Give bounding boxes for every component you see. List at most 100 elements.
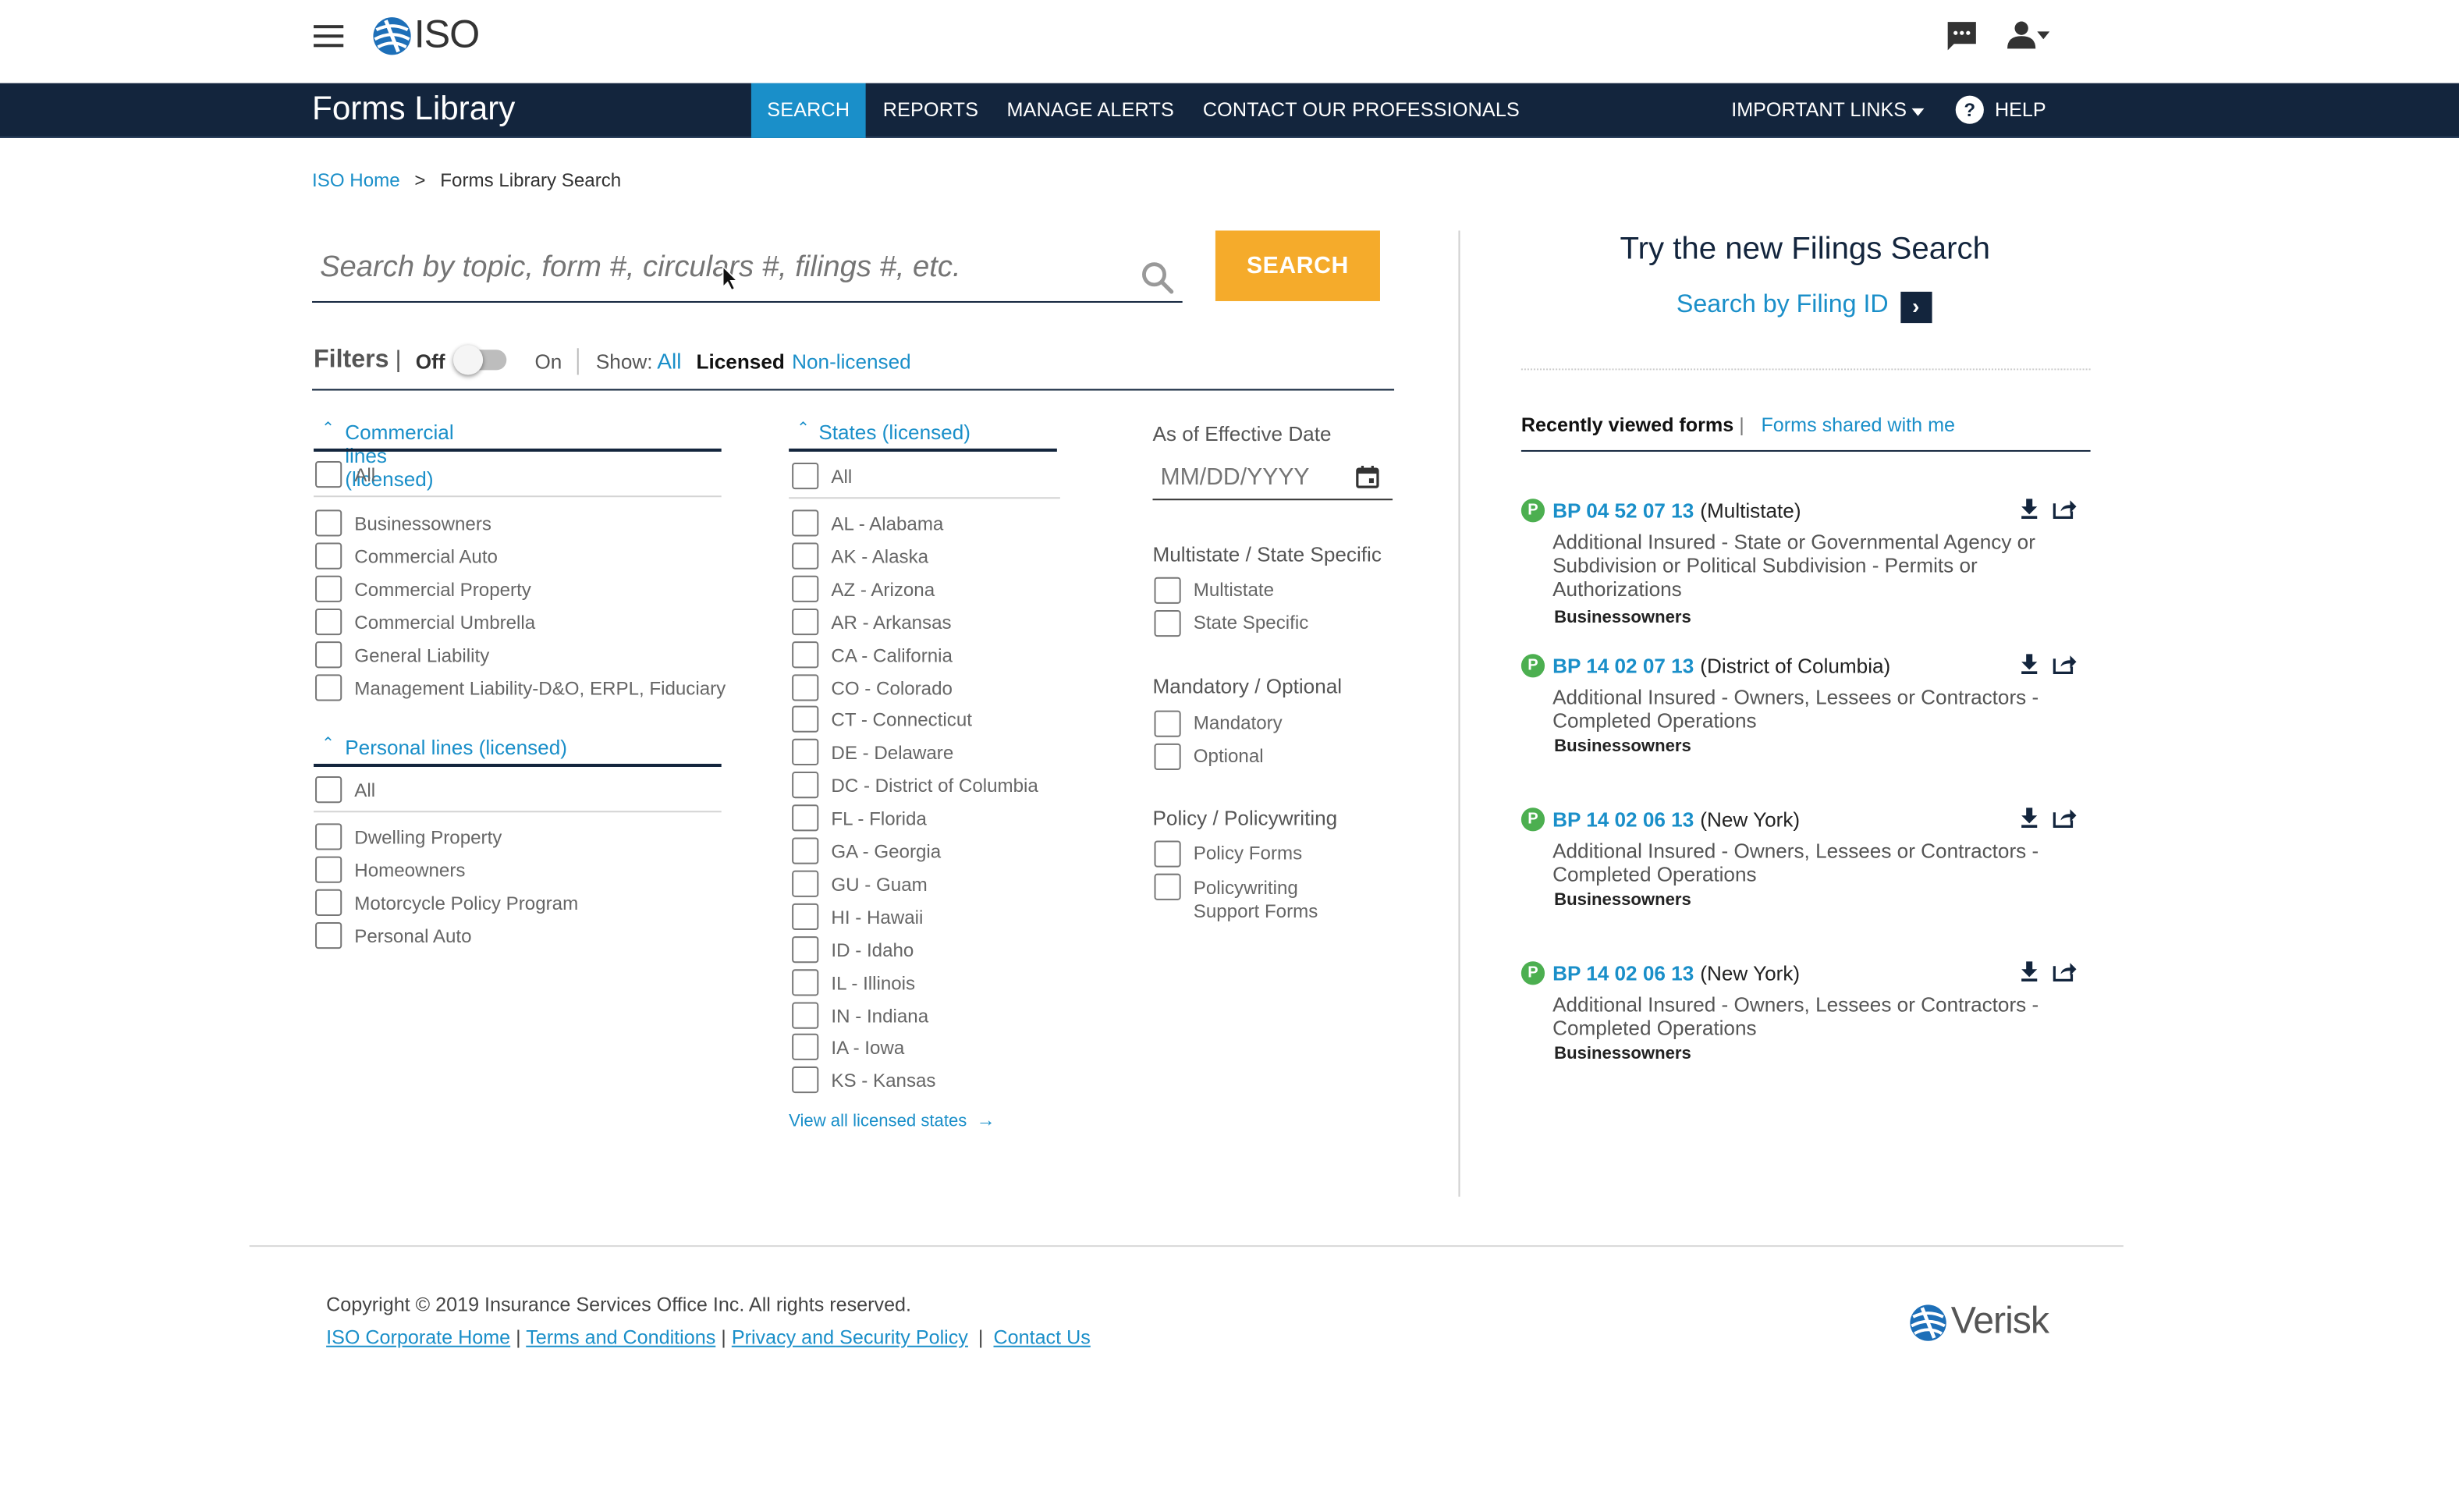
mandatory-checkbox[interactable]: [1154, 710, 1181, 737]
state-specific-checkbox[interactable]: [1154, 609, 1181, 637]
recent-form-code-link[interactable]: BP 04 52 07 13: [1552, 499, 1694, 522]
footer-link-corporate-home[interactable]: ISO Corporate Home: [326, 1327, 510, 1349]
show-label: Show:: [595, 350, 653, 374]
recent-form-code-link[interactable]: BP 14 02 07 13: [1552, 654, 1694, 677]
state-in-checkbox[interactable]: [792, 1001, 819, 1028]
hamburger-menu-icon[interactable]: [314, 23, 345, 48]
state-ar-checkbox[interactable]: [792, 608, 819, 635]
calendar-icon[interactable]: [1355, 464, 1380, 489]
recent-form-code-link[interactable]: BP 14 02 06 13: [1552, 807, 1694, 831]
footer-link-privacy[interactable]: Privacy and Security Policy: [732, 1327, 968, 1349]
multistate-checkbox[interactable]: [1154, 577, 1181, 604]
nav-reports-tab[interactable]: REPORTS: [883, 83, 978, 138]
toggle-knob: [452, 345, 484, 375]
important-links-dropdown[interactable]: IMPORTANT LINKS: [1731, 83, 1927, 138]
commercial-general-liability-label: General Liability: [354, 644, 490, 666]
download-icon[interactable]: [2020, 807, 2039, 828]
policywriting-support-checkbox[interactable]: [1154, 873, 1181, 900]
state-ct-checkbox[interactable]: [792, 706, 819, 733]
personal-homeowners-checkbox[interactable]: [315, 856, 342, 883]
nav-contact-professionals-tab[interactable]: CONTACT OUR PROFESSIONALS: [1203, 83, 1520, 138]
personal-dwelling-property-checkbox[interactable]: [315, 823, 342, 850]
policy-forms-checkbox[interactable]: [1154, 840, 1181, 868]
share-icon[interactable]: [2053, 961, 2077, 981]
state-ia-checkbox[interactable]: [792, 1034, 819, 1061]
nav-search-tab[interactable]: SEARCH: [750, 83, 866, 138]
nav-manage-alerts-tab[interactable]: MANAGE ALERTS: [1007, 83, 1174, 138]
recent-form-title: BP 04 52 07 13 (Multistate): [1552, 497, 1801, 525]
state-co-checkbox[interactable]: [792, 673, 819, 701]
personal-personal-auto-checkbox[interactable]: [315, 921, 342, 949]
filing-id-link[interactable]: Search by Filing ID ›: [1677, 291, 1932, 326]
chevron-up-icon[interactable]: ⌃: [321, 736, 335, 753]
recent-form-code-link[interactable]: BP 14 02 06 13: [1552, 961, 1694, 985]
breadcrumb-home-link[interactable]: ISO Home: [312, 169, 400, 191]
iso-logo[interactable]: ISO: [371, 12, 481, 58]
download-icon[interactable]: [2020, 499, 2039, 519]
chevron-up-icon[interactable]: ⌃: [797, 421, 810, 438]
iso-logo-text: ISO: [413, 12, 481, 57]
personal-lines-header[interactable]: Personal lines (licensed): [345, 736, 567, 759]
footer-link-terms[interactable]: Terms and Conditions: [526, 1327, 715, 1349]
divider: [314, 811, 722, 813]
tab-forms-shared[interactable]: Forms shared with me: [1761, 414, 1955, 436]
state-ga-checkbox[interactable]: [792, 837, 819, 864]
chevron-up-icon[interactable]: ⌃: [321, 421, 335, 438]
chat-icon[interactable]: [1945, 19, 1979, 53]
filters-title: Filters: [314, 346, 389, 374]
commercial-commercial-auto-checkbox[interactable]: [315, 542, 342, 570]
state-id-checkbox[interactable]: [792, 935, 819, 963]
recent-form-line-of-business: Businessowners: [1554, 1044, 1691, 1063]
help-link[interactable]: ? HELP: [1955, 83, 2050, 138]
policywriting-label-line1: Policywriting: [1193, 876, 1298, 899]
download-icon[interactable]: [2020, 654, 2039, 674]
policy-form-badge: P: [1520, 654, 1545, 678]
states-header[interactable]: States (licensed): [818, 421, 970, 444]
share-icon[interactable]: [2053, 807, 2077, 828]
commercial-all-checkbox[interactable]: [315, 460, 342, 488]
personal-motorcycle-policy-program-checkbox[interactable]: [315, 889, 342, 916]
state-ak-checkbox[interactable]: [792, 542, 819, 570]
state-az-checkbox[interactable]: [792, 575, 819, 602]
commercial-commercial-umbrella-checkbox[interactable]: [315, 608, 342, 635]
show-all-link[interactable]: All: [657, 348, 681, 373]
recent-form-description: Additional Insured - Owners, Lessees or …: [1552, 685, 2039, 733]
state-de-checkbox[interactable]: [792, 739, 819, 766]
commercial-management-liability-d-o-erpl-fiduciary-checkbox[interactable]: [315, 673, 342, 701]
view-all-states-label: View all licensed states: [789, 1112, 967, 1131]
search-icon[interactable]: [1140, 261, 1174, 295]
user-account-menu[interactable]: [2006, 19, 2050, 50]
personal-dwelling-property-label: Dwelling Property: [354, 826, 502, 849]
filters-toggle[interactable]: [452, 345, 522, 376]
search-input[interactable]: [312, 235, 1183, 303]
state-gu-checkbox[interactable]: [792, 870, 819, 897]
show-nonlicensed-link[interactable]: Non-licensed: [792, 350, 911, 373]
state-dc-checkbox[interactable]: [792, 772, 819, 799]
tab-recently-viewed[interactable]: Recently viewed forms: [1521, 414, 1733, 436]
optional-checkbox[interactable]: [1154, 743, 1181, 771]
state-al-checkbox[interactable]: [792, 509, 819, 537]
state-de-label: DE - Delaware: [831, 742, 954, 765]
state-fl-checkbox[interactable]: [792, 804, 819, 832]
state-ks-checkbox[interactable]: [792, 1067, 819, 1094]
view-all-states-link[interactable]: View all licensed states →: [789, 1109, 995, 1130]
commercial-commercial-property-checkbox[interactable]: [315, 575, 342, 602]
footer-links: ISO Corporate Home | Terms and Condition…: [326, 1327, 1091, 1349]
share-icon[interactable]: [2053, 654, 2077, 674]
share-icon[interactable]: [2053, 499, 2077, 519]
commercial-businessowners-checkbox[interactable]: [315, 509, 342, 537]
state-al-label: AL - Alabama: [831, 513, 944, 535]
states-all-checkbox[interactable]: [792, 463, 819, 490]
state-ca-checkbox[interactable]: [792, 641, 819, 668]
show-licensed-link[interactable]: Licensed: [697, 350, 785, 373]
footer-copyright: Copyright © 2019 Insurance Services Offi…: [326, 1294, 912, 1316]
search-button[interactable]: SEARCH: [1215, 230, 1380, 301]
personal-all-checkbox[interactable]: [315, 776, 342, 804]
state-il-checkbox[interactable]: [792, 968, 819, 996]
download-icon[interactable]: [2020, 961, 2039, 981]
state-hi-checkbox[interactable]: [792, 903, 819, 930]
state-in-label: IN - Indiana: [831, 1004, 929, 1027]
footer-link-contact[interactable]: Contact Us: [993, 1327, 1090, 1349]
commercial-general-liability-checkbox[interactable]: [315, 641, 342, 668]
state-ca-label: CA - California: [831, 644, 953, 666]
